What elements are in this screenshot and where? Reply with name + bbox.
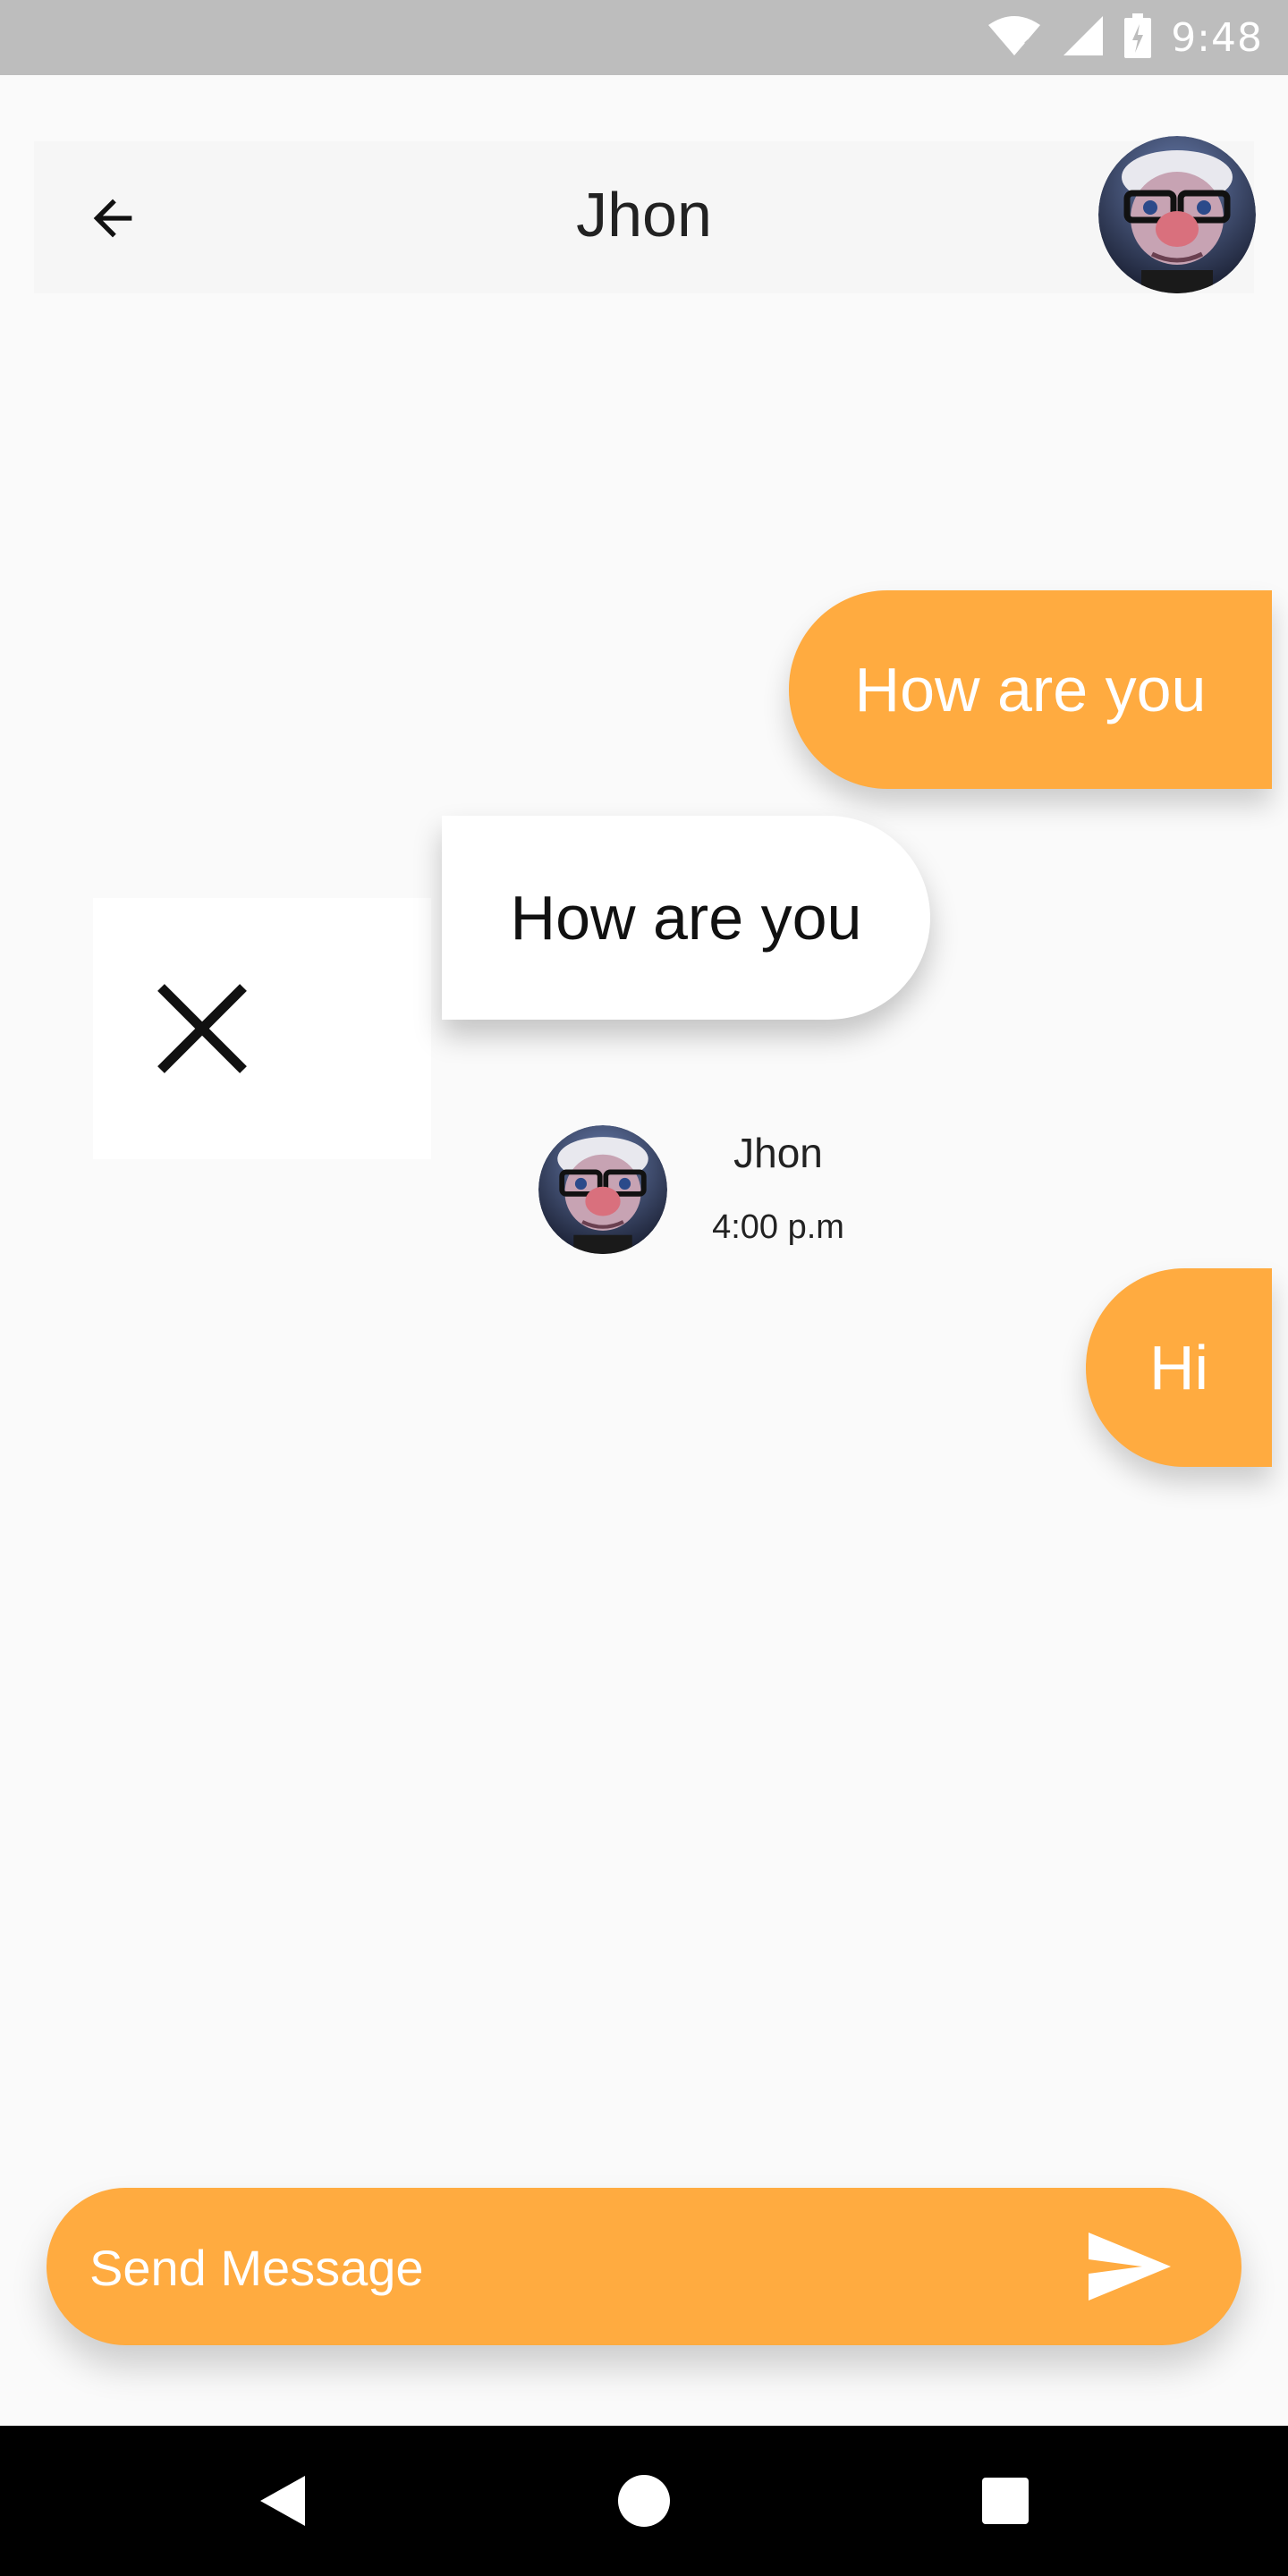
sender-avatar: [538, 1125, 667, 1254]
outgoing-message-bubble[interactable]: How are you: [789, 590, 1272, 789]
cell-signal-icon: [1062, 14, 1105, 62]
outgoing-message-bubble[interactable]: Hi: [1086, 1268, 1272, 1467]
message-input[interactable]: [88, 2188, 1039, 2347]
nav-home-button[interactable]: [572, 2426, 716, 2576]
close-icon: [157, 984, 247, 1073]
battery-icon: [1124, 13, 1152, 63]
system-nav-bar: [0, 2426, 1288, 2576]
send-button[interactable]: [1080, 2224, 1179, 2309]
dismiss-card[interactable]: [93, 898, 431, 1159]
nav-back-button[interactable]: [211, 2426, 354, 2576]
wifi-icon: [987, 14, 1042, 62]
send-icon: [1089, 2233, 1171, 2301]
circle-home-icon: [618, 2475, 670, 2527]
back-button[interactable]: [70, 175, 156, 261]
incoming-message-bubble[interactable]: How are you: [442, 816, 930, 1020]
status-time: 9:48: [1171, 14, 1263, 61]
status-bar: 9:48: [0, 0, 1288, 75]
arrow-back-icon: [93, 199, 132, 238]
message-composer: [47, 2188, 1241, 2347]
triangle-back-icon: [260, 2476, 305, 2526]
nav-recents-button[interactable]: [934, 2426, 1077, 2576]
status-icons: 9:48: [987, 0, 1263, 75]
contact-avatar[interactable]: [1098, 136, 1256, 293]
page-title: Jhon: [576, 180, 712, 250]
square-recents-icon: [982, 2478, 1029, 2524]
message-timestamp: 4:00 p.m: [712, 1208, 844, 1246]
sender-name: Jhon: [733, 1130, 823, 1176]
